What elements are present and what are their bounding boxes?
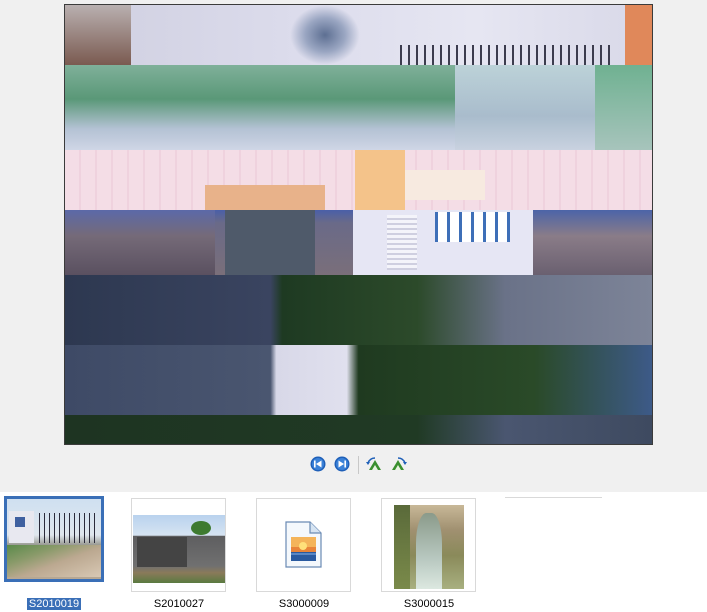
rotate-clockwise-button[interactable] [389, 455, 407, 473]
thumbnail-item[interactable] [381, 498, 476, 592]
next-image-button[interactable] [333, 455, 351, 473]
previous-image-icon [310, 456, 326, 472]
viewer-toolbar [309, 455, 409, 475]
image-band [65, 210, 652, 275]
thumbnail-caption: S3000009 [278, 598, 330, 610]
image-band [65, 345, 652, 415]
image-band [65, 150, 652, 210]
image-band [65, 275, 652, 345]
thumbnail-item[interactable] [131, 498, 226, 592]
previous-image-button[interactable] [309, 455, 327, 473]
thumbnail-caption: S3000015 [403, 598, 455, 610]
thumbnail-caption: S2010019 [26, 598, 82, 610]
thumbnail-item[interactable] [4, 496, 104, 582]
thumbnail-item[interactable] [256, 498, 351, 592]
rotate-counterclockwise-icon [366, 457, 381, 470]
image-band [65, 415, 652, 444]
thumbnail-strip: S2010019 S2010027 S3000009 S3000015 [0, 492, 707, 612]
thumbnail-image [133, 515, 225, 583]
thumbnail-placeholder [505, 497, 602, 498]
thumbnail-image [7, 499, 101, 579]
image-band [65, 65, 652, 150]
toolbar-separator [358, 456, 359, 474]
next-image-icon [334, 456, 350, 472]
image-file-icon [285, 521, 322, 568]
image-preview[interactable] [64, 4, 653, 445]
image-band [65, 5, 652, 65]
thumbnail-image [394, 505, 464, 589]
rotate-clockwise-icon [392, 457, 407, 470]
thumbnail-caption: S2010027 [153, 598, 205, 610]
rotate-counterclockwise-button[interactable] [366, 455, 384, 473]
